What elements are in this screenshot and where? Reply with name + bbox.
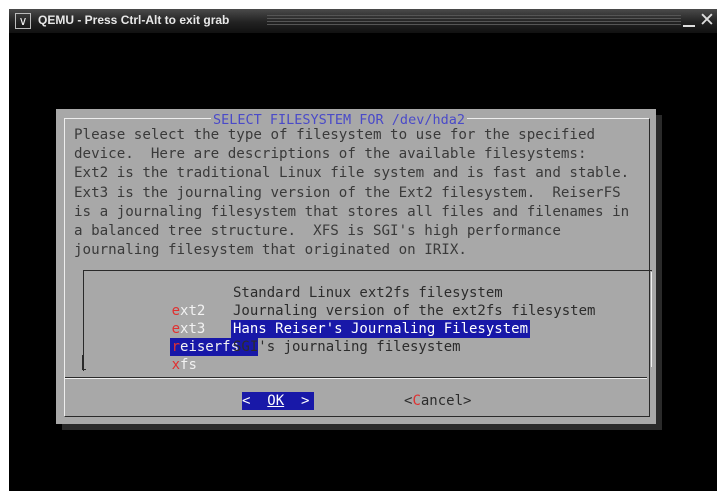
cancel-button[interactable]: <Cancel> bbox=[404, 392, 471, 410]
filesystem-dialog: SELECT FILESYSTEM FOR /dev/hda2 Please s… bbox=[56, 109, 656, 424]
description-line: Please select the type of filesystem to … bbox=[74, 127, 596, 143]
cancel-hotkey: C bbox=[412, 393, 421, 409]
ok-left-bracket: < bbox=[242, 393, 268, 409]
option-name: xfs bbox=[172, 356, 260, 374]
dialog-description: Please select the type of filesystem to … bbox=[74, 126, 629, 260]
description-line: Ext3 is the journaling version of the Ex… bbox=[74, 184, 621, 201]
listbox-edge bbox=[651, 272, 652, 367]
ok-button[interactable]: < OK > bbox=[242, 392, 314, 410]
option-description: Standard Linux ext2fs filesystem bbox=[233, 285, 503, 301]
window-menu-icon[interactable]: ∨ bbox=[15, 13, 31, 29]
cancel-label: ancel> bbox=[420, 393, 472, 409]
option-description: Hans Reiser's Journaling Filesystem bbox=[231, 320, 531, 338]
description-line: journaling filesystem that originated on… bbox=[74, 242, 467, 259]
title-bar[interactable]: ∨ QEMU - Press Ctrl-Alt to exit grab ✕ bbox=[9, 9, 717, 34]
button-divider-highlight bbox=[65, 378, 647, 379]
title-bar-stripes bbox=[267, 15, 681, 27]
ok-label: OK bbox=[267, 393, 285, 409]
ok-right-bracket: > bbox=[284, 393, 310, 409]
listbox-corner bbox=[82, 355, 86, 370]
description-line: is a journaling filesystem that stores a… bbox=[74, 203, 630, 220]
qemu-window: ∨ QEMU - Press Ctrl-Alt to exit grab ✕ S… bbox=[9, 9, 717, 491]
window-title: QEMU - Press Ctrl-Alt to exit grab bbox=[38, 13, 230, 27]
option-description: Journaling version of the ext2fs filesys… bbox=[233, 303, 596, 319]
description-line: Ext2 is the traditional Linux file syste… bbox=[74, 165, 630, 182]
option-description: SGI's journaling filesystem bbox=[233, 339, 461, 355]
option-xfs[interactable]: xfs SGI's journaling filesystem bbox=[121, 338, 461, 373]
option-ext3[interactable]: ext3 Journaling version of the ext2fs fi… bbox=[121, 302, 596, 337]
description-line: device. Here are descriptions of the ava… bbox=[74, 146, 587, 163]
option-reiserfs[interactable]: reiserfs Hans Reiser's Journaling Filesy… bbox=[121, 320, 531, 356]
description-line: a balanced tree structure. XFS is SGI's … bbox=[74, 223, 561, 240]
option-hotkey: x bbox=[171, 357, 181, 373]
option-name-rest: fs bbox=[180, 357, 197, 373]
close-icon[interactable]: ✕ bbox=[699, 11, 715, 30]
minimize-icon[interactable] bbox=[681, 11, 697, 29]
option-ext2[interactable]: ext2 Standard Linux ext2fs filesystem bbox=[121, 284, 503, 319]
